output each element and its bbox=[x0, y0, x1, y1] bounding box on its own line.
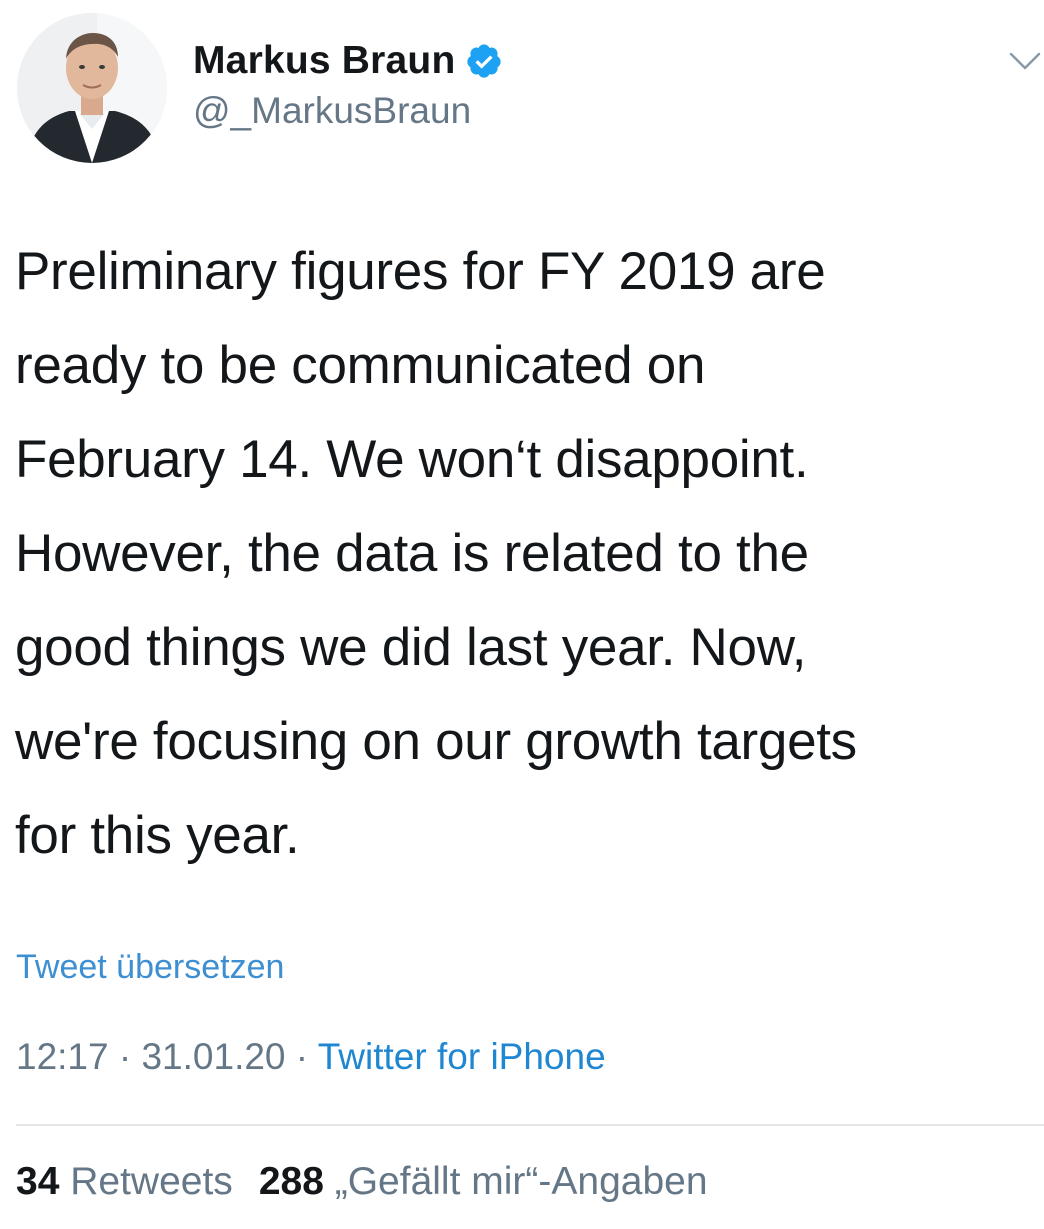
meta-separator: · bbox=[118, 1036, 132, 1077]
chevron-down-icon[interactable] bbox=[1008, 48, 1042, 74]
tweet-text: Preliminary figures for FY 2019 are read… bbox=[15, 242, 857, 865]
retweets-stat[interactable]: 34 Retweets bbox=[16, 1160, 233, 1203]
profile-photo bbox=[17, 13, 167, 163]
tweet-time: 12:17 bbox=[16, 1036, 109, 1077]
likes-count: 288 bbox=[258, 1160, 324, 1203]
divider bbox=[16, 1124, 1044, 1126]
display-name[interactable]: Markus Braun bbox=[193, 39, 455, 83]
tweet-meta: 12:17 · 31.01.20 · Twitter for iPhone bbox=[16, 1036, 606, 1078]
avatar[interactable] bbox=[17, 13, 167, 163]
retweets-label: Retweets bbox=[70, 1160, 233, 1203]
tweet-stats: 34 Retweets 288 „Gefällt mir“-Angaben bbox=[16, 1160, 708, 1204]
likes-label: „Gefällt mir“-Angaben bbox=[334, 1160, 708, 1203]
verified-badge-icon bbox=[465, 42, 503, 80]
likes-stat[interactable]: 288 „Gefällt mir“-Angaben bbox=[259, 1160, 708, 1203]
tweet-date: 31.01.20 bbox=[141, 1036, 286, 1077]
user-handle[interactable]: @_MarkusBraun bbox=[193, 90, 471, 132]
meta-separator: · bbox=[295, 1036, 309, 1077]
tweet-source-link[interactable]: Twitter for iPhone bbox=[318, 1036, 606, 1077]
retweets-count: 34 bbox=[16, 1160, 60, 1203]
translate-tweet-link[interactable]: Tweet übersetzen bbox=[16, 948, 284, 987]
author-name-row[interactable]: Markus Braun bbox=[193, 38, 503, 84]
